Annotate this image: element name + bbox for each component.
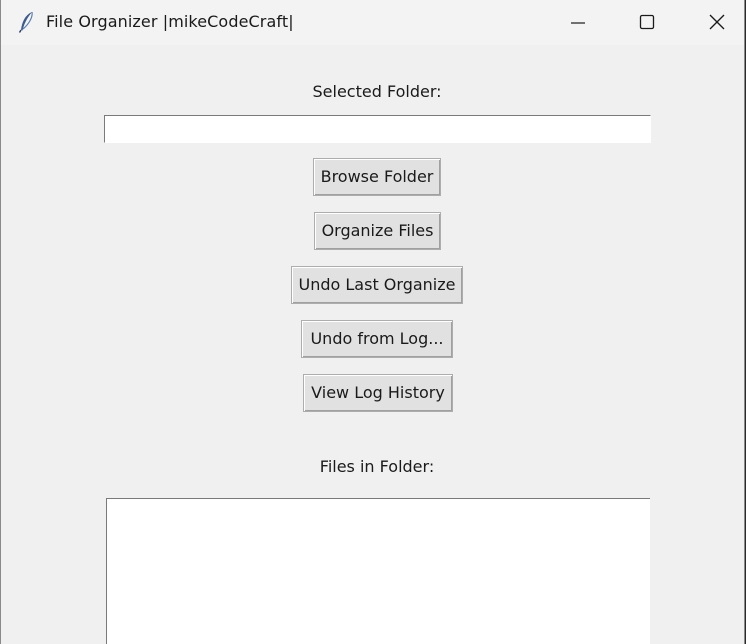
close-icon: [709, 14, 725, 30]
selected-folder-label: Selected Folder:: [312, 82, 442, 101]
feather-icon: [18, 11, 36, 33]
minimize-button[interactable]: [555, 0, 601, 45]
maximize-icon: [639, 14, 655, 30]
browse-folder-button[interactable]: Browse Folder: [313, 158, 441, 196]
title-bar[interactable]: File Organizer |mikeCodeCraft|: [1, 0, 744, 45]
minimize-icon: [571, 22, 585, 24]
app-window: File Organizer |mikeCodeCraft| Selected …: [0, 0, 745, 644]
window-title: File Organizer |mikeCodeCraft|: [46, 12, 294, 31]
selected-folder-input[interactable]: [104, 115, 651, 143]
files-listbox[interactable]: [106, 498, 650, 644]
maximize-button[interactable]: [624, 0, 670, 45]
view-log-history-button[interactable]: View Log History: [303, 374, 453, 412]
organize-files-button[interactable]: Organize Files: [314, 212, 441, 250]
files-in-folder-label: Files in Folder:: [319, 457, 435, 476]
undo-from-log-button[interactable]: Undo from Log...: [301, 320, 453, 358]
close-button[interactable]: [694, 0, 740, 45]
undo-last-organize-button[interactable]: Undo Last Organize: [291, 266, 463, 304]
